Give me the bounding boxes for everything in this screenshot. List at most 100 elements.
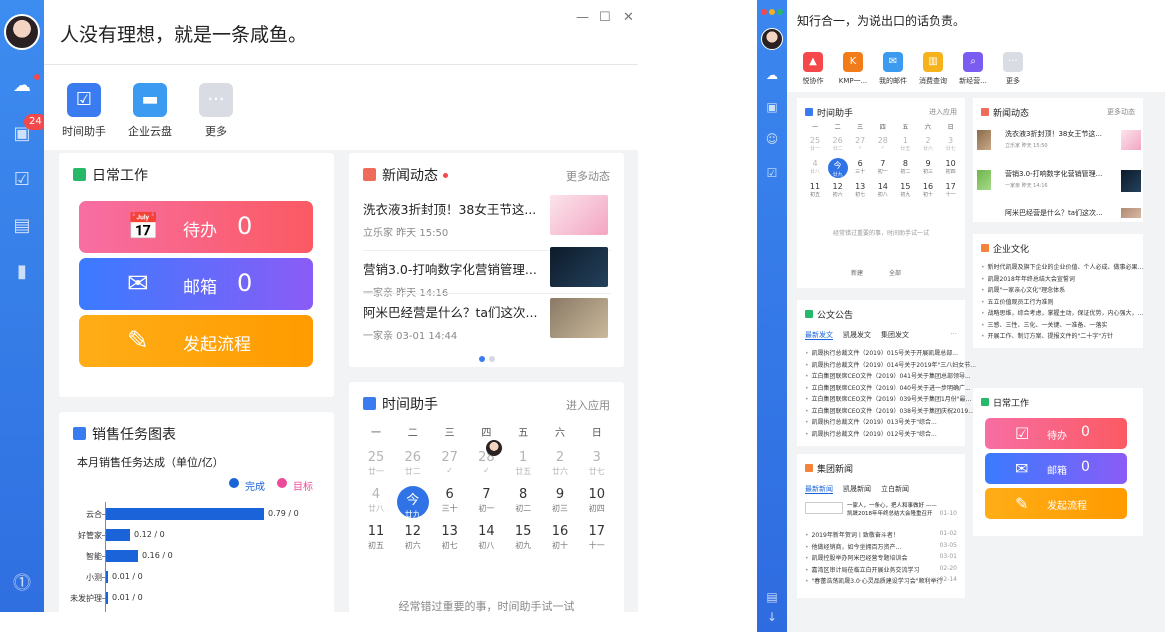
calendar-day[interactable]: 14 初八 <box>469 524 503 551</box>
calendar-day[interactable]: 28 ✓ <box>873 136 893 151</box>
culture-item[interactable]: 战略思维，综合考虑，掌握主动，保证优势，内心强大，... <box>981 308 1144 317</box>
culture-item[interactable]: 五立价值观员工行为准则 <box>981 297 1054 306</box>
mail-button[interactable]: ✉ 邮箱 0 <box>985 453 1127 484</box>
news-thumbnail[interactable] <box>977 130 991 150</box>
news-thumbnail[interactable] <box>550 195 608 235</box>
app-more[interactable]: ··· 更多 <box>186 83 246 139</box>
cloud-icon[interactable]: ☁ <box>12 76 32 96</box>
checkbox-icon[interactable]: ☑ <box>12 170 32 190</box>
calendar-day[interactable]: 13 初七 <box>850 182 870 198</box>
culture-item[interactable]: 凯晟2018年年终总结大会宣誓词 <box>981 274 1075 283</box>
todo-button[interactable]: ☑ 待办 0 <box>985 418 1127 449</box>
minimize-button[interactable]: — <box>576 10 589 25</box>
bar-done[interactable] <box>106 550 138 562</box>
document-icon[interactable]: ▤ <box>12 216 32 236</box>
calendar-day[interactable]: 6 三十 <box>433 487 467 514</box>
bar-done[interactable] <box>106 571 108 583</box>
news-thumbnail[interactable] <box>550 298 608 338</box>
todo-button[interactable]: 📅 待办 0 <box>79 201 313 253</box>
announcement-item[interactable]: 立白集团联席CEO文件（2019）039号关于集团1月份"最... <box>805 394 972 403</box>
calendar-day[interactable]: 16 初十 <box>543 524 577 551</box>
tab-group[interactable]: 集团发文 <box>881 331 909 339</box>
calendar-day[interactable]: 15 初九 <box>506 524 540 551</box>
app-kmp[interactable]: K KMP一... <box>833 52 873 86</box>
calendar-day[interactable]: 9 初三 <box>918 159 938 175</box>
download-icon[interactable]: ↓ <box>765 610 779 624</box>
start-process-button[interactable]: ✎ 发起流程 <box>985 488 1127 519</box>
enter-app-link[interactable]: 进入应用 <box>929 107 957 117</box>
new-event-button[interactable]: 新建 <box>851 268 863 277</box>
calendar-day[interactable]: 27 ✓ <box>850 136 870 151</box>
mail-button[interactable]: ✉ 邮箱 0 <box>79 258 313 310</box>
calendar-day[interactable]: 8 初二 <box>895 159 915 175</box>
announcement-item[interactable]: 立白集团联席CEO文件（2019）040号关于进一步明确广... <box>805 383 971 392</box>
carousel-dot[interactable] <box>489 356 495 362</box>
app-rocket[interactable]: ▲ 悦协作 <box>793 52 833 86</box>
news-item[interactable]: 洗衣液3折封顶！38女王节这... 立乐家 昨天 15:50 <box>1005 129 1102 149</box>
calendar-day-today[interactable]: 今廿九 <box>827 158 848 178</box>
calendar-day[interactable]: 14 初八 <box>873 182 893 198</box>
announcement-item[interactable]: 立白集团联席CEO文件（2019）038号关于集团庆祝2019... <box>805 406 974 415</box>
calendar-day[interactable]: 25 廿一 <box>359 450 393 477</box>
calendar-day[interactable]: 3 廿七 <box>941 136 961 152</box>
avatar[interactable] <box>4 14 40 50</box>
calendar-day[interactable]: 2 廿六 <box>918 136 938 152</box>
more-news-link[interactable]: 更多动态 <box>1107 107 1135 117</box>
calendar-day[interactable]: 12 初六 <box>396 524 430 551</box>
carousel-dot-active[interactable] <box>479 356 485 362</box>
calendar-day[interactable]: 2 廿六 <box>543 450 577 477</box>
minimize-dot[interactable] <box>769 9 775 15</box>
calendar-day[interactable]: 13 初七 <box>433 524 467 551</box>
bookmark-icon[interactable]: ▮ <box>12 262 32 282</box>
tab-libai-news[interactable]: 立白新闻 <box>881 485 909 493</box>
all-events-button[interactable]: 全部 <box>889 268 901 277</box>
calendar-day[interactable]: 9 初三 <box>543 487 577 514</box>
calendar-day[interactable]: 15 初九 <box>895 182 915 198</box>
calendar-day[interactable]: 16 初十 <box>918 182 938 198</box>
maximize-dot[interactable] <box>777 9 783 15</box>
bar-done[interactable] <box>106 508 264 520</box>
app-cloud-disk[interactable]: ▬ 企业云盘 <box>120 83 180 139</box>
culture-item[interactable]: 三感、三性、三化、一关键、一准备、一落实 <box>981 320 1108 329</box>
news-thumbnail[interactable] <box>1121 130 1141 150</box>
avatar[interactable] <box>761 28 783 50</box>
calendar-day[interactable]: 1 廿五 <box>895 136 915 152</box>
start-process-button[interactable]: ✎ 发起流程 <box>79 315 313 367</box>
announcement-item[interactable]: 凯晟执行总裁文件（2019）012号关于"综合... <box>805 429 937 438</box>
enter-app-link[interactable]: 进入应用 <box>566 397 610 413</box>
calendar-day[interactable]: 8 初二 <box>506 487 540 514</box>
close-button[interactable]: ✕ <box>623 10 634 25</box>
app-more[interactable]: ··· 更多 <box>993 52 1033 86</box>
calendar-day[interactable]: 12 初六 <box>828 182 848 198</box>
calendar-day[interactable]: 26 廿二 <box>828 136 848 152</box>
calendar-day[interactable]: 4 廿八 <box>805 159 825 175</box>
event-avatar[interactable] <box>486 440 502 456</box>
headline-thumbnail[interactable] <box>805 502 843 514</box>
app-search[interactable]: ⌕ 新经营... <box>953 52 993 86</box>
calendar-day[interactable]: 1 廿五 <box>506 450 540 477</box>
announcement-item[interactable]: 凯晟执行总裁文件（2019）015号关于开展凯晟总部... <box>805 348 958 357</box>
culture-item[interactable]: 凯晟"一家亲心文化"理念体系 <box>981 285 1066 294</box>
calendar-day[interactable]: 17 十一 <box>580 524 614 551</box>
contacts-icon[interactable]: ☺ <box>765 132 779 146</box>
news-item[interactable]: 营销3.0-打响数字化营销管理... 一家亲 昨天 14:16 <box>1005 169 1102 189</box>
more-news-link[interactable]: 更多动态 <box>566 168 610 184</box>
calendar-day[interactable]: 25 廿一 <box>805 136 825 152</box>
announcement-item[interactable]: 立白集团联席CEO文件（2019）041号关于集团总部领导... <box>805 371 971 380</box>
maximize-button[interactable]: ☐ <box>599 10 611 25</box>
calendar-day[interactable]: 4 廿八 <box>359 487 393 514</box>
culture-item[interactable]: 开展工作、制订方案、提报文件的"二十字"方针 <box>981 331 1114 340</box>
calendar-day-today[interactable]: 今廿九 <box>396 485 429 519</box>
news-thumbnail[interactable] <box>550 247 608 287</box>
news-thumbnail[interactable] <box>1121 170 1141 192</box>
announcement-item[interactable]: 凯晟执行总裁文件（2019）013号关于"综合... <box>805 417 937 426</box>
calendar-day[interactable]: 3 廿七 <box>580 450 614 477</box>
document-icon[interactable]: ▤ <box>765 590 779 604</box>
headline-title[interactable]: 一家人，一条心，把人和事做好 —— 凯晟2018年年终总结大会隆重召开 <box>847 502 943 518</box>
calendar-day[interactable]: 17 十一 <box>941 182 961 198</box>
chat-icon[interactable]: ▣ <box>765 100 779 114</box>
culture-item[interactable]: 新时代凯晟及旗下企业的企业价值、个人必成、做事必果... <box>981 262 1144 271</box>
tab-kaisheng-news[interactable]: 凯晟新闻 <box>843 485 871 493</box>
group-news-item[interactable]: "春蕾浩荡凯晟3.0·心灵品质建设学习会"顺利举行 <box>805 576 943 585</box>
announcement-item[interactable]: 凯晟执行总裁文件（2019）014号关于2019年"三八妇女节... <box>805 360 976 369</box>
